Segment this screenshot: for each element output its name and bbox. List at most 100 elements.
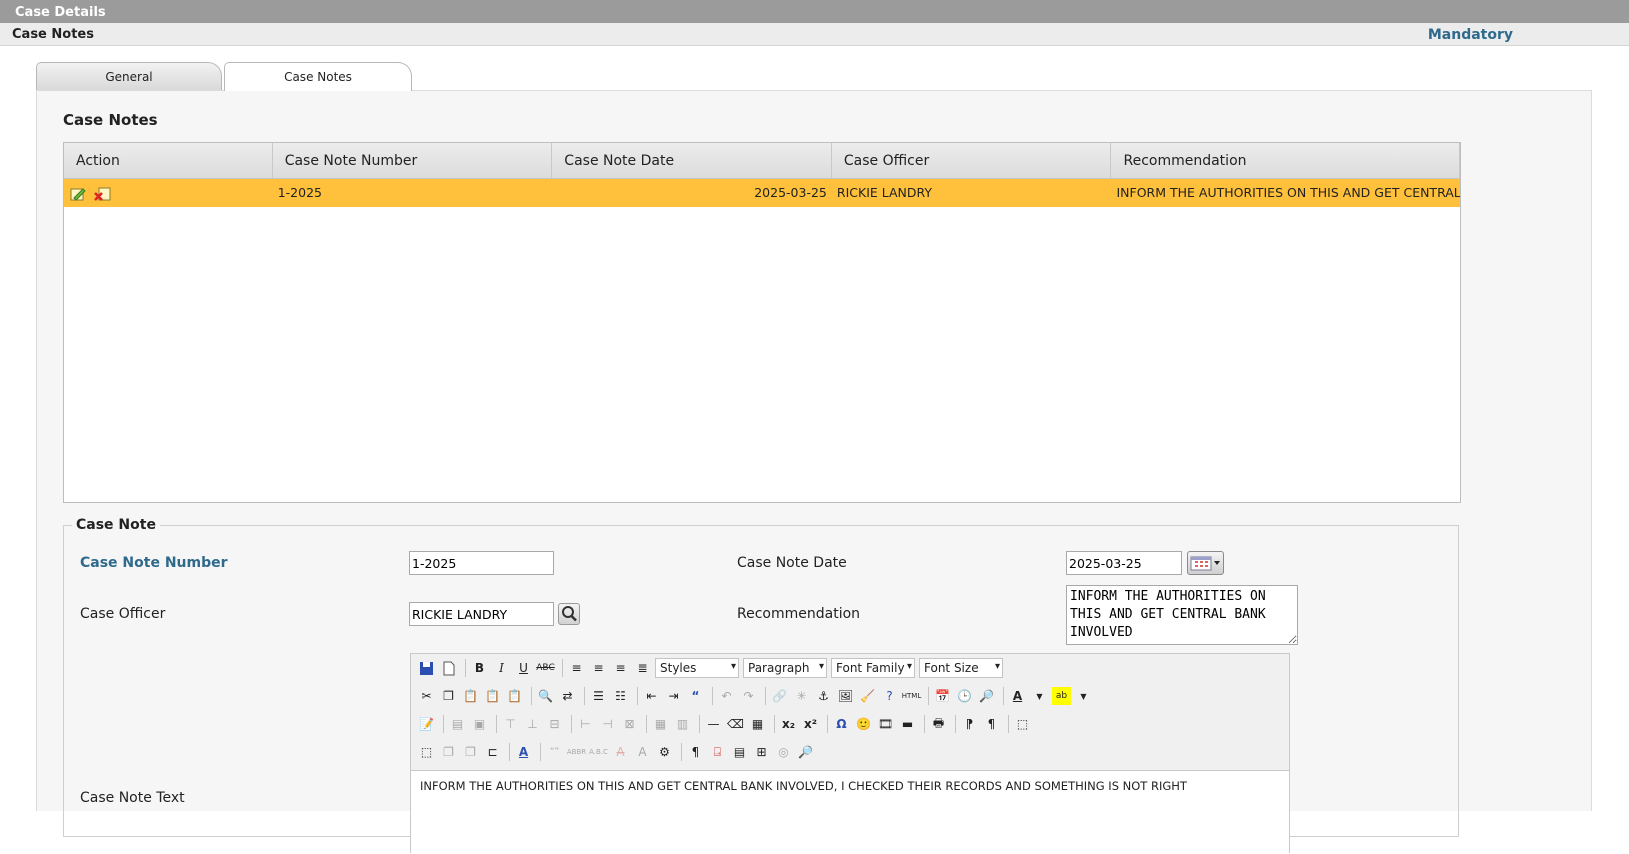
merge-cells-icon[interactable]: ▥: [673, 715, 692, 733]
preview-icon[interactable]: 🔎: [977, 687, 996, 705]
insert-col-after-icon[interactable]: ⊣: [598, 715, 617, 733]
numbered-list-icon[interactable]: ☷: [611, 687, 630, 705]
image-icon[interactable]: 🖼: [836, 687, 855, 705]
fullscreen-icon[interactable]: ⬚: [1013, 715, 1032, 733]
insert-date-icon[interactable]: 📅: [933, 687, 952, 705]
edit-css-icon[interactable]: 📝: [417, 715, 436, 733]
insert-row-after-icon[interactable]: ⊥: [523, 715, 542, 733]
delete-col-icon[interactable]: ⊠: [620, 715, 639, 733]
dropdown-arrow-icon[interactable]: ▼: [1030, 687, 1049, 705]
tab-general[interactable]: General: [36, 62, 222, 90]
visual-aid-icon[interactable]: ◎: [774, 743, 793, 761]
delete-row-icon[interactable]: ⊟: [545, 715, 564, 733]
column-header-action[interactable]: Action: [64, 143, 273, 178]
remove-format-icon[interactable]: ⌫: [726, 715, 745, 733]
media-icon[interactable]: 🎞: [876, 715, 895, 733]
case-note-number-input[interactable]: [409, 551, 554, 575]
column-header-officer[interactable]: Case Officer: [832, 143, 1112, 178]
case-note-date-input[interactable]: [1066, 551, 1182, 575]
new-document-icon[interactable]: [439, 659, 458, 677]
insert-time-icon[interactable]: 🕒: [955, 687, 974, 705]
cleanup-icon[interactable]: 🧹: [858, 687, 877, 705]
template-icon[interactable]: ▤: [730, 743, 749, 761]
date-picker-button[interactable]: [1187, 551, 1224, 575]
align-center-icon[interactable]: ≡: [589, 659, 608, 677]
paste-text-icon[interactable]: 📋: [483, 687, 502, 705]
absolute-position-icon[interactable]: ⊏: [483, 743, 502, 761]
blockquote-icon[interactable]: “: [686, 687, 705, 705]
editor-content[interactable]: INFORM THE AUTHORITIES ON THIS AND GET C…: [411, 770, 1289, 854]
font-family-dropdown[interactable]: Font Family: [831, 658, 915, 678]
delete-text-icon[interactable]: A: [611, 743, 630, 761]
replace-icon[interactable]: ⇄: [558, 687, 577, 705]
find-icon[interactable]: 🔍: [536, 687, 555, 705]
subscript-icon[interactable]: x₂: [779, 715, 798, 733]
move-backward-icon[interactable]: ❐: [461, 743, 480, 761]
html-source-icon[interactable]: HTML: [902, 687, 921, 705]
font-size-dropdown[interactable]: Font Size: [919, 658, 1003, 678]
copy-icon[interactable]: ❐: [439, 687, 458, 705]
italic-icon[interactable]: I: [492, 659, 511, 677]
cut-icon[interactable]: ✂: [417, 687, 436, 705]
table-cell-props-icon[interactable]: ▣: [470, 715, 489, 733]
nonbreaking-icon[interactable]: ⍈: [708, 743, 727, 761]
highlight-color-icon[interactable]: ab: [1052, 687, 1071, 705]
column-header-recommendation[interactable]: Recommendation: [1111, 143, 1460, 178]
insert-row-before-icon[interactable]: ⊤: [501, 715, 520, 733]
rtl-icon[interactable]: ¶: [982, 715, 1001, 733]
attributes-icon[interactable]: ⚙: [655, 743, 674, 761]
save-icon[interactable]: [417, 659, 436, 677]
anchor-icon[interactable]: ⚓: [814, 687, 833, 705]
tab-case-notes[interactable]: Case Notes: [224, 62, 412, 91]
mandatory-link[interactable]: Mandatory: [1428, 27, 1513, 43]
insert-text-icon[interactable]: A: [633, 743, 652, 761]
visual-chars-icon[interactable]: ¶: [686, 743, 705, 761]
officer-search-button[interactable]: [558, 603, 580, 625]
superscript-icon[interactable]: x²: [801, 715, 820, 733]
paste-word-icon[interactable]: 📋: [505, 687, 524, 705]
column-header-date[interactable]: Case Note Date: [552, 143, 832, 178]
redo-icon[interactable]: ↷: [739, 687, 758, 705]
print-icon[interactable]: 🖶: [929, 715, 948, 733]
case-officer-input[interactable]: [409, 602, 554, 626]
link-icon[interactable]: 🔗: [770, 687, 789, 705]
align-left-icon[interactable]: ≡: [567, 659, 586, 677]
indent-icon[interactable]: ⇥: [664, 687, 683, 705]
ltr-icon[interactable]: ⁋: [960, 715, 979, 733]
insert-col-before-icon[interactable]: ⊢: [576, 715, 595, 733]
table-row-props-icon[interactable]: ▤: [448, 715, 467, 733]
underline-icon[interactable]: U: [514, 659, 533, 677]
acronym-icon[interactable]: A.B.C: [589, 743, 608, 761]
abbr-icon[interactable]: ABBR: [567, 743, 586, 761]
style-props-icon[interactable]: A: [514, 743, 533, 761]
outdent-icon[interactable]: ⇤: [642, 687, 661, 705]
table-icon[interactable]: ▦: [748, 715, 767, 733]
align-justify-icon[interactable]: ≣: [633, 659, 652, 677]
delete-icon[interactable]: [94, 186, 112, 202]
strikethrough-icon[interactable]: ABC: [536, 659, 555, 677]
advanced-hr-icon[interactable]: ▬: [898, 715, 917, 733]
column-header-number[interactable]: Case Note Number: [273, 143, 553, 178]
horizontal-rule-icon[interactable]: —: [704, 715, 723, 733]
recommendation-textarea[interactable]: INFORM THE AUTHORITIES ON THIS AND GET C…: [1066, 585, 1298, 645]
bullet-list-icon[interactable]: ☰: [589, 687, 608, 705]
undo-icon[interactable]: ↶: [717, 687, 736, 705]
paste-icon[interactable]: 📋: [461, 687, 480, 705]
text-color-icon[interactable]: A: [1008, 687, 1027, 705]
page-break-icon[interactable]: ⊞: [752, 743, 771, 761]
special-char-icon[interactable]: Ω: [832, 715, 851, 733]
bold-icon[interactable]: B: [470, 659, 489, 677]
emoticon-icon[interactable]: 🙂: [854, 715, 873, 733]
unlink-icon[interactable]: ✳: [792, 687, 811, 705]
align-right-icon[interactable]: ≡: [611, 659, 630, 677]
split-cells-icon[interactable]: ▦: [651, 715, 670, 733]
table-row[interactable]: 1-2025 2025-03-25 RICKIE LANDRY INFORM T…: [64, 179, 1460, 207]
format-dropdown[interactable]: Paragraph: [743, 658, 827, 678]
move-forward-icon[interactable]: ❐: [439, 743, 458, 761]
edit-icon[interactable]: [69, 186, 87, 202]
cite-icon[interactable]: “”: [545, 743, 564, 761]
preview-page-icon[interactable]: 🔎: [796, 743, 815, 761]
insert-layer-icon[interactable]: ⬚: [417, 743, 436, 761]
styles-dropdown[interactable]: Styles: [655, 658, 739, 678]
help-icon[interactable]: ?: [880, 687, 899, 705]
